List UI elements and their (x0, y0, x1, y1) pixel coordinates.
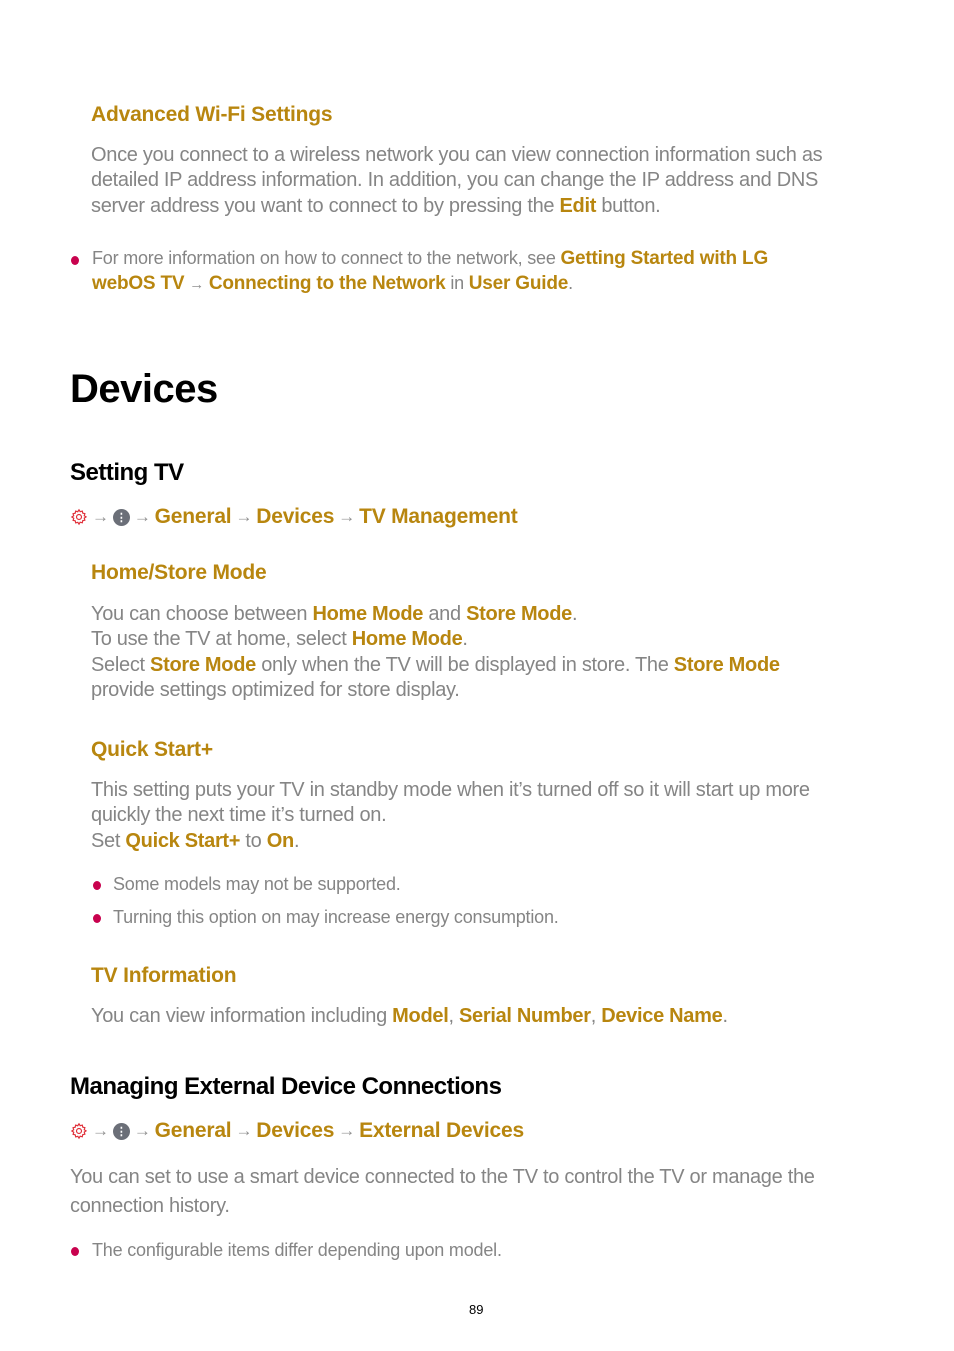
user-guide-link: User Guide (468, 273, 569, 294)
text: You can view information including (91, 1005, 393, 1027)
quick-start-term: Quick Start+ (125, 829, 241, 852)
tv-information-description: You can view information including Model… (91, 1004, 911, 1029)
text-line: quickly the next time it’s turned on. (91, 804, 387, 827)
setting-tv-heading: Setting TV (70, 459, 184, 486)
text-line: Select Store Mode only when the TV will … (91, 653, 911, 678)
arrow-icon: → (133, 507, 151, 526)
text: only when the TV will be displayed in st… (255, 653, 674, 676)
arrow-icon: → (92, 1121, 109, 1140)
text-line: You can set to use a smart device connec… (70, 1166, 815, 1188)
advanced-wifi-heading: Advanced Wi-Fi Settings (91, 103, 333, 126)
path-step-external-devices: External Devices (359, 1119, 524, 1142)
text: Set (91, 829, 126, 852)
quick-start-note: Some models may not be supported. (113, 874, 401, 894)
text: . (722, 1005, 728, 1027)
store-mode-term: Store Mode (466, 603, 572, 625)
external-devices-note: The configurable items differ depending … (92, 1240, 502, 1260)
text: , (590, 1005, 602, 1027)
arrow-icon: → (133, 1121, 151, 1140)
home-store-description: You can choose between Home Mode and Sto… (91, 602, 911, 703)
on-term: On (266, 829, 294, 852)
bullet-icon (93, 881, 101, 890)
bullet-icon (71, 256, 79, 265)
settings-path-external-devices: → ⋮ → General → Devices → External Devic… (70, 1119, 524, 1143)
quick-start-description: This setting puts your TV in standby mod… (91, 778, 911, 854)
path-step-general: General (154, 505, 232, 528)
webos-tv-link: webOS TV (92, 273, 185, 294)
path-step-general: General (154, 1119, 232, 1142)
store-mode-term: Store Mode (150, 653, 256, 676)
text-line: detailed IP address information. In addi… (91, 169, 819, 192)
device-name-term: Device Name (601, 1005, 723, 1027)
text-line: To use the TV at home, select Home Mode. (91, 627, 911, 652)
text-line: This setting puts your TV in standby mod… (91, 779, 810, 801)
connecting-network-link: Connecting to the Network (208, 273, 446, 294)
arrow-icon: → (338, 507, 356, 526)
arrow-icon: → (235, 507, 253, 526)
external-devices-heading: Managing External Device Connections (70, 1073, 502, 1100)
bullet-icon (71, 1247, 79, 1256)
text-line: connection history. (70, 1195, 230, 1217)
model-term: Model (392, 1005, 449, 1027)
text-line: Set Quick Start+ to On. (91, 829, 911, 854)
settings-path-tv-management: → ⋮ → General → Devices → TV Management (70, 505, 518, 529)
page-number: 89 (469, 1302, 484, 1317)
bullet-icon (93, 914, 101, 923)
page-title: Devices (70, 367, 218, 411)
home-mode-term: Home Mode (351, 628, 463, 651)
home-mode-term: Home Mode (312, 603, 424, 625)
arrow-icon: → (92, 507, 109, 526)
edit-term: Edit (559, 194, 597, 217)
tv-information-heading: TV Information (91, 964, 237, 987)
arrow-icon: → (189, 276, 204, 293)
arrow-icon: → (235, 1121, 253, 1140)
text: Select (91, 653, 151, 676)
store-mode-term: Store Mode (673, 653, 780, 676)
more-icon: ⋮ (112, 508, 130, 526)
quick-start-note: Turning this option on may increase ener… (113, 907, 559, 927)
text-line: Once you connect to a wireless network y… (91, 144, 823, 166)
getting-started-link: Getting Started with LG (560, 248, 769, 269)
text: in (445, 273, 469, 293)
path-step-devices: Devices (256, 505, 335, 528)
external-devices-description: You can set to use a smart device connec… (70, 1163, 910, 1221)
more-icon: ⋮ (112, 1122, 130, 1140)
text-line: server address you want to connect to by… (91, 194, 911, 219)
text: . (293, 829, 300, 852)
gear-icon (70, 1122, 88, 1140)
text: To use the TV at home, select (91, 628, 352, 651)
text: . (571, 603, 578, 625)
text: server address you want to connect to by… (91, 194, 560, 217)
home-store-heading: Home/Store Mode (91, 561, 267, 584)
text: and (423, 603, 467, 625)
text-line: provide settings optimized for store dis… (91, 678, 460, 701)
advanced-wifi-description: Once you connect to a wireless network y… (91, 143, 911, 219)
gear-icon (70, 508, 88, 526)
text: For more information on how to connect t… (92, 248, 561, 268)
path-step-devices: Devices (256, 1119, 335, 1142)
arrow-icon: → (338, 1121, 356, 1140)
text: . (462, 628, 468, 651)
text: to (240, 829, 267, 852)
quick-start-heading: Quick Start+ (91, 738, 213, 761)
path-step-tv-management: TV Management (359, 505, 518, 528)
serial-number-term: Serial Number (458, 1005, 591, 1027)
text: , (448, 1005, 459, 1027)
text-line: You can choose between Home Mode and Sto… (91, 602, 911, 627)
text: button. (596, 194, 661, 217)
text: . (568, 273, 573, 293)
text: You can choose between (91, 603, 313, 625)
network-note: For more information on how to connect t… (92, 246, 872, 297)
